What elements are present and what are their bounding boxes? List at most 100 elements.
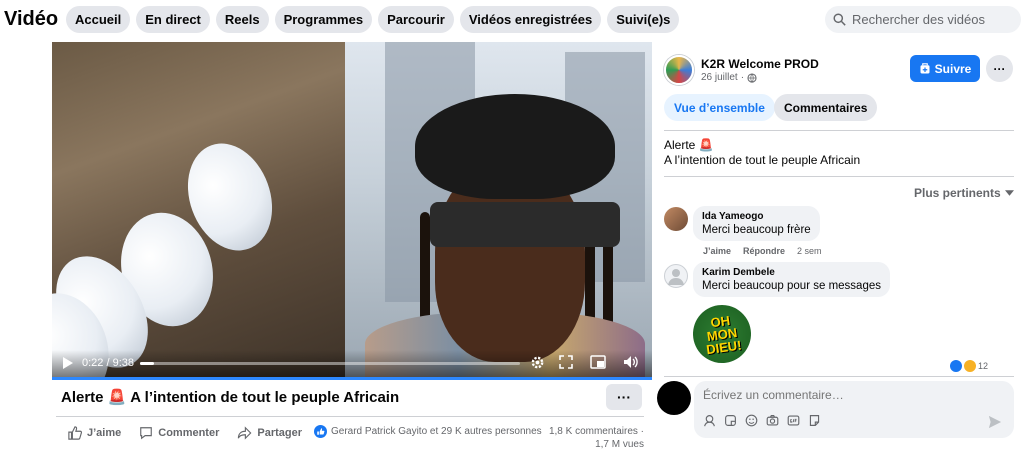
emoji-icon[interactable] — [745, 414, 758, 427]
comment-time[interactable]: 2 sem — [797, 246, 822, 256]
post-counts: 1,8 K commentaires · 1,7 M vues — [540, 425, 644, 451]
volume-icon[interactable] — [623, 355, 639, 369]
time-current: 0:22 — [82, 357, 104, 369]
time-total: 9:38 — [112, 357, 135, 369]
comment-bubble: Karim Dembele Merci beaucoup pour se mes… — [693, 262, 890, 297]
follow-icon — [920, 62, 930, 73]
play-button[interactable] — [62, 356, 74, 370]
picture-in-picture-icon[interactable] — [590, 355, 606, 369]
comment-composer — [694, 381, 1014, 438]
tab-parcourir[interactable]: Parcourir — [378, 6, 454, 33]
tab-overview[interactable]: Vue d’ensemble — [664, 94, 775, 121]
avatar-sticker-icon[interactable] — [703, 414, 716, 427]
dot-separator: · — [740, 72, 745, 83]
post-more-button[interactable]: ··· — [606, 384, 642, 410]
comment-text: Merci beaucoup frère — [702, 224, 811, 236]
default-avatar-icon — [668, 269, 684, 285]
divider — [664, 376, 1014, 377]
comment-like-link[interactable]: J’aime — [703, 246, 731, 256]
video-right-frame — [345, 42, 652, 380]
divider — [56, 416, 644, 417]
sticker-icon[interactable] — [724, 414, 737, 427]
tab-accueil[interactable]: Accueil — [66, 6, 131, 33]
sort-dropdown[interactable]: Plus pertinents — [914, 186, 1014, 200]
like-button[interactable]: J’aime — [68, 426, 121, 440]
comment-meta: J’aime Répondre 2 sem — [703, 246, 822, 256]
post-description: Alerte 🚨 A l’intention de tout le peuple… — [664, 138, 860, 168]
send-icon[interactable] — [988, 415, 1002, 434]
share-label: Partager — [257, 427, 303, 439]
camera-icon[interactable] — [766, 414, 779, 427]
divider — [664, 176, 1014, 177]
comment-reactions[interactable]: 12 — [950, 360, 988, 372]
page-title: Vidéo — [4, 8, 59, 30]
sticker-oh-mon-dieu: OH MON DIEU! — [689, 301, 755, 367]
follow-label: Suivre — [934, 61, 972, 76]
comment-author[interactable]: Ida Yameogo — [702, 211, 811, 222]
nav-tabs: Accueil En direct Reels Programmes Parco… — [66, 6, 680, 33]
cap — [415, 94, 615, 199]
follow-button[interactable]: Suivre — [910, 55, 980, 82]
tab-suivis[interactable]: Suivi(e)s — [607, 6, 680, 33]
views-count: 1,7 M vues — [595, 439, 644, 450]
like-label: J’aime — [87, 427, 122, 439]
comment-input[interactable] — [703, 387, 993, 403]
like-reaction-icon — [314, 425, 327, 438]
comment-reply-link[interactable]: Répondre — [743, 246, 785, 256]
comment-button[interactable]: Commenter — [139, 426, 219, 440]
time-separator: / — [103, 357, 113, 369]
tab-reels[interactable]: Reels — [215, 6, 269, 33]
comment-text: Merci beaucoup pour se messages — [702, 280, 881, 292]
current-user-avatar[interactable] — [657, 381, 691, 415]
gif-icon[interactable] — [787, 414, 800, 427]
avatar[interactable] — [664, 264, 688, 288]
tab-videos-enregistrees[interactable]: Vidéos enregistrées — [459, 6, 602, 33]
globe-icon — [747, 72, 757, 83]
composer-tools — [703, 414, 821, 427]
reactions-text: Gerard Patrick Gayito et 29 K autres per… — [331, 426, 542, 437]
progress-bar[interactable] — [140, 362, 520, 365]
post-title: Alerte 🚨 A l’intention de tout le peuple… — [61, 388, 400, 407]
video-player[interactable]: 0:22 / 9:38 — [52, 42, 652, 380]
siren-icon: 🚨 — [107, 389, 127, 406]
search-placeholder: Rechercher des vidéos — [852, 12, 985, 27]
post-title-word: Alerte — [61, 388, 104, 406]
caret-down-icon — [1004, 190, 1014, 196]
comments-count[interactable]: 1,8 K commentaires · — [540, 425, 644, 438]
sunglasses — [430, 202, 620, 247]
top-bar: Vidéo Accueil En direct Reels Programmes… — [0, 0, 1024, 40]
page-name[interactable]: K2R Welcome PROD — [701, 57, 819, 71]
comment-label: Commenter — [158, 427, 220, 439]
fullscreen-icon[interactable] — [559, 355, 573, 369]
search-icon — [833, 13, 846, 26]
thumb-up-icon — [68, 426, 82, 440]
sort-label: Plus pertinents — [914, 186, 1001, 200]
description-line-2: A l’intention de tout le peuple Africain — [664, 153, 861, 167]
settings-icon[interactable] — [530, 355, 545, 370]
haha-reaction-icon — [964, 360, 976, 372]
page-more-button[interactable]: ··· — [986, 55, 1013, 82]
divider — [664, 130, 1014, 131]
comment-bubble: Ida Yameogo Merci beaucoup frère — [693, 206, 820, 241]
avatar[interactable] — [664, 207, 688, 231]
post-actions: J’aime Commenter Partager — [68, 426, 302, 440]
search-input[interactable]: Rechercher des vidéos — [825, 6, 1021, 33]
post-date: 26 juillet · — [701, 72, 757, 83]
comment-author[interactable]: Karim Dembele — [702, 267, 881, 278]
post-date-text[interactable]: 26 juillet — [701, 72, 738, 83]
share-icon — [238, 426, 252, 440]
post-title-rest: A l’intention de tout le peuple Africain — [130, 388, 400, 406]
comment-icon — [140, 427, 153, 440]
page-avatar[interactable] — [664, 55, 694, 85]
tab-comments[interactable]: Commentaires — [774, 94, 878, 121]
like-reaction-icon — [950, 360, 962, 372]
description-line-1: Alerte 🚨 — [664, 138, 714, 152]
tab-en-direct[interactable]: En direct — [136, 6, 210, 33]
reactions-summary[interactable]: Gerard Patrick Gayito et 29 K autres per… — [314, 425, 542, 438]
video-left-frame — [52, 42, 345, 380]
tab-programmes[interactable]: Programmes — [274, 6, 373, 33]
progress-fill — [140, 362, 155, 365]
sticker-smile-icon[interactable] — [808, 414, 821, 427]
share-button[interactable]: Partager — [237, 426, 302, 440]
time-display: 0:22 / 9:38 — [82, 357, 134, 369]
